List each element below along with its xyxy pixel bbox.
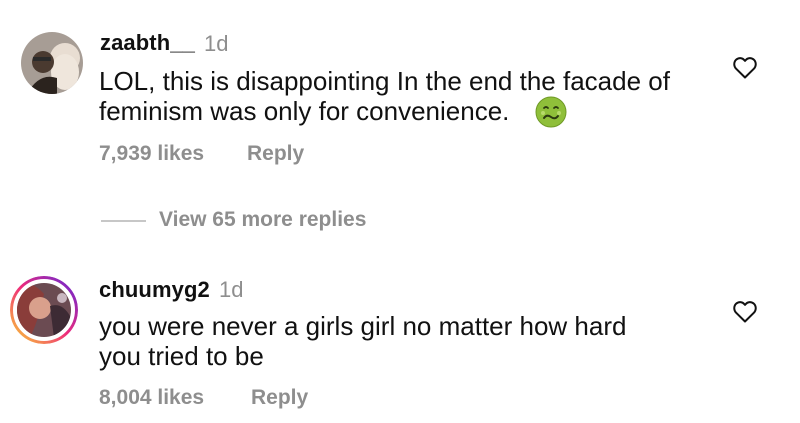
avatar[interactable]	[21, 32, 83, 94]
like-count[interactable]: 7,939 likes	[99, 142, 204, 166]
comment-text-line: you tried to be	[99, 341, 264, 371]
comment-username[interactable]: chuumyg2	[99, 277, 210, 303]
divider	[101, 220, 146, 222]
comments-panel: zaabth__ 1d LOL, this is disappointing I…	[0, 0, 800, 423]
profile-photo-icon	[21, 32, 83, 94]
comment-text-line: LOL, this is disappointing In the end th…	[99, 66, 670, 96]
avatar-story-ring[interactable]	[10, 276, 78, 344]
comment-text-line: you were never a girls girl no matter ho…	[99, 311, 627, 341]
like-count[interactable]: 8,004 likes	[99, 386, 204, 410]
reply-button[interactable]: Reply	[247, 142, 304, 166]
view-more-replies-button[interactable]: View 65 more replies	[159, 208, 366, 232]
comment-text-line: feminism was only for convenience.	[99, 96, 510, 126]
nauseated-face-icon	[535, 96, 567, 128]
heart-outline-icon[interactable]	[732, 56, 758, 80]
comment-username[interactable]: zaabth__	[100, 30, 195, 56]
comment-timestamp: 1d	[204, 31, 229, 56]
heart-outline-icon[interactable]	[732, 300, 758, 324]
comment-timestamp: 1d	[219, 277, 244, 302]
reply-button[interactable]: Reply	[251, 386, 308, 410]
